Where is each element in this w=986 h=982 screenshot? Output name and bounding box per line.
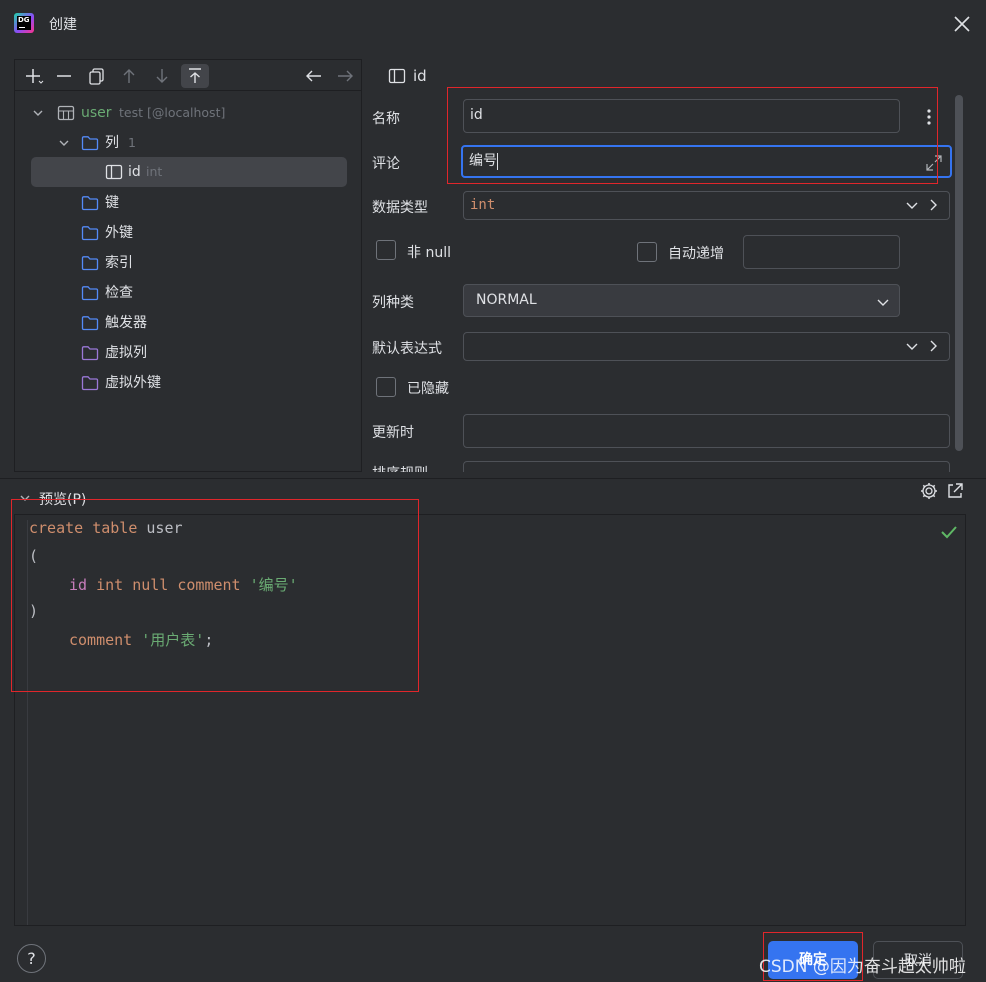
comment-label: 评论: [372, 156, 400, 172]
datagrip-logo-icon: DG: [14, 13, 34, 33]
tree-item-id-column[interactable]: id int: [31, 157, 347, 187]
on-update-label: 更新时: [372, 425, 414, 441]
tree-item-triggers-folder[interactable]: 触发器: [15, 310, 361, 336]
divider: [0, 478, 986, 479]
tree-item-label: user: [81, 105, 112, 121]
dialog-title: 创建: [49, 17, 77, 33]
column-kind-select[interactable]: NORMAL: [463, 284, 900, 317]
datatype-field[interactable]: int: [463, 191, 950, 220]
tree-item-virtual-foreign-keys-folder[interactable]: 虚拟外键: [15, 370, 361, 396]
chevron-right-icon[interactable]: [927, 197, 941, 213]
tree-item-label: 检查: [105, 285, 133, 301]
collation-field[interactable]: [463, 461, 950, 472]
name-label: 名称: [372, 111, 400, 127]
check-icon: [939, 522, 959, 542]
close-icon[interactable]: [950, 12, 974, 36]
move-up-icon[interactable]: [117, 64, 141, 88]
app-logo-text: DG: [18, 16, 30, 24]
watermark: CSDN @因为奋斗超太帅啦: [759, 957, 966, 977]
remove-icon[interactable]: [52, 64, 76, 88]
tree-item-keys-folder[interactable]: 键: [15, 190, 361, 216]
datatype-label: 数据类型: [372, 200, 428, 216]
tree-item-label: 索引: [105, 255, 133, 271]
tree-item-virtual-columns-folder[interactable]: 虚拟列: [15, 340, 361, 366]
tree-item-count: 1: [128, 135, 136, 150]
move-down-icon[interactable]: [150, 64, 174, 88]
default-expression-label: 默认表达式: [372, 341, 442, 357]
tree-toolbar: [15, 60, 361, 91]
tree-item-indexes-folder[interactable]: 索引: [15, 250, 361, 276]
chevron-down-icon[interactable]: [904, 338, 920, 354]
collation-label: 排序规则: [372, 463, 428, 472]
tree-item-label: 触发器: [105, 315, 147, 331]
back-arrow-icon[interactable]: [302, 64, 326, 88]
default-expression-field[interactable]: [463, 332, 950, 361]
tree-item-label: 外键: [105, 225, 133, 241]
tree-item-checks-folder[interactable]: 检查: [15, 280, 361, 306]
chevron-down-icon[interactable]: [31, 106, 45, 120]
add-icon[interactable]: [21, 64, 45, 88]
tree-item-label: id: [128, 164, 141, 180]
not-null-label: 非 null: [407, 245, 451, 261]
tree-item-user-table[interactable]: user test [@localhost]: [15, 100, 361, 126]
gear-icon[interactable]: [919, 481, 939, 501]
tree-item-label: 键: [105, 195, 119, 211]
open-external-icon[interactable]: [945, 481, 965, 501]
copy-icon[interactable]: [85, 64, 109, 88]
highlight-box-form: [447, 87, 938, 184]
form-scrollbar[interactable]: [955, 95, 963, 451]
hidden-label: 已隐藏: [407, 381, 449, 397]
structure-tree-panel: user test [@localhost] 列 1 id int 键 外键 索…: [14, 59, 362, 472]
auto-increment-checkbox[interactable]: [637, 242, 657, 262]
not-null-checkbox[interactable]: [376, 240, 396, 260]
tree-item-type: int: [146, 164, 163, 179]
tree-item-foreign-keys-folder[interactable]: 外键: [15, 220, 361, 246]
tree-item-columns-folder[interactable]: 列 1: [15, 130, 361, 156]
table-icon: [57, 104, 75, 122]
on-update-field[interactable]: [463, 414, 950, 448]
highlight-box-preview: [11, 499, 419, 692]
move-to-top-icon[interactable]: [181, 64, 209, 88]
tree-item-label: 虚拟列: [105, 345, 147, 361]
column-icon: [105, 163, 123, 181]
chevron-down-icon[interactable]: [57, 136, 71, 150]
forward-arrow-icon[interactable]: [333, 64, 357, 88]
chevron-down-icon[interactable]: [875, 294, 891, 310]
chevron-right-icon[interactable]: [927, 338, 941, 354]
form-header-title: id: [413, 67, 427, 85]
chevron-down-icon[interactable]: [904, 197, 920, 213]
auto-increment-field[interactable]: [743, 235, 900, 269]
help-button[interactable]: ?: [17, 944, 46, 973]
hidden-checkbox[interactable]: [376, 377, 396, 397]
tree-item-label: 列: [105, 135, 119, 151]
column-icon: [388, 67, 406, 85]
tree-item-label: 虚拟外键: [105, 375, 161, 391]
tree-item-meta: test [@localhost]: [119, 105, 226, 120]
column-kind-label: 列种类: [372, 295, 414, 311]
title-bar: [0, 0, 986, 48]
auto-increment-label: 自动递增: [668, 246, 724, 262]
collation-row-clipped: 排序规则: [368, 460, 958, 472]
